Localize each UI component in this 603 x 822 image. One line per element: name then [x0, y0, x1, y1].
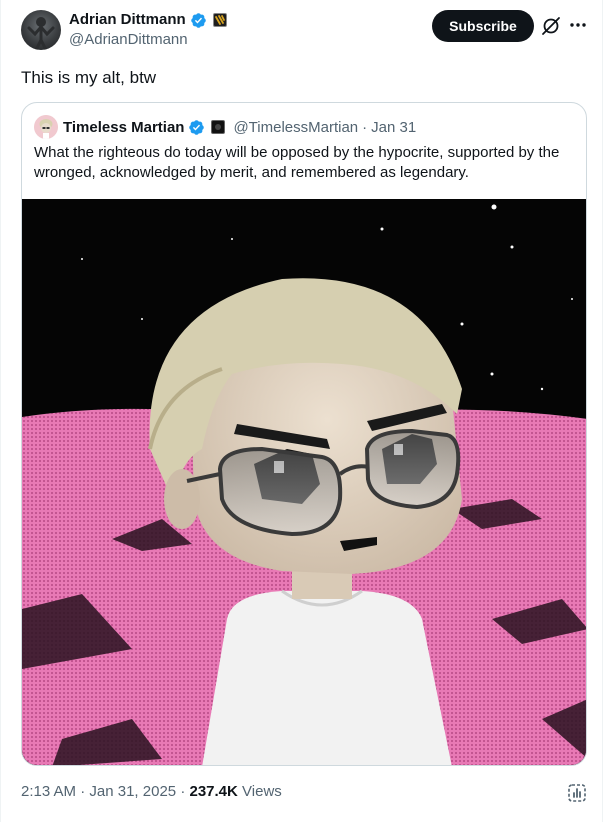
- subscribe-button[interactable]: Subscribe: [432, 10, 534, 42]
- tweet-text: This is my alt, btw: [21, 68, 157, 87]
- affiliate-badge-icon[interactable]: [211, 120, 226, 134]
- quoted-author-name[interactable]: Timeless Martian: [63, 119, 184, 136]
- post-analytics-icon[interactable]: [566, 782, 588, 804]
- affiliate-badge-icon[interactable]: [212, 13, 227, 27]
- quoted-post-image[interactable]: [22, 199, 586, 765]
- views-label: Views: [242, 783, 282, 800]
- quoted-post-text: What the righteous do today will be oppo…: [34, 144, 560, 181]
- quoted-author-handle[interactable]: @TimelessMartian: [233, 119, 358, 136]
- grok-icon[interactable]: [540, 15, 562, 37]
- quoted-post-date[interactable]: Jan 31: [371, 119, 416, 136]
- quoted-author-avatar[interactable]: [34, 115, 58, 139]
- quoted-post[interactable]: Timeless Martian @TimelessMartian · Jan …: [21, 102, 587, 766]
- author-handle[interactable]: @AdrianDittmann: [69, 30, 188, 50]
- verified-badge-icon[interactable]: [188, 119, 205, 136]
- post-meta: 2:13 AM · Jan 31, 2025 · 237.4K Views: [21, 782, 282, 802]
- author-avatar[interactable]: [21, 10, 61, 50]
- verified-badge-icon[interactable]: [190, 12, 207, 29]
- author-name[interactable]: Adrian Dittmann: [69, 10, 186, 30]
- meta-separator: ·: [362, 118, 368, 136]
- views-count: 237.4K: [189, 783, 238, 800]
- more-icon[interactable]: [568, 15, 588, 35]
- post-detail: Adrian Dittmann @AdrianDittmann Subscrib…: [0, 0, 603, 822]
- meta-separator: ·: [80, 783, 86, 800]
- quoted-author-row: Timeless Martian @TimelessMartian · Jan …: [63, 117, 416, 137]
- meta-separator: ·: [180, 783, 186, 800]
- author-name-row: Adrian Dittmann: [69, 10, 227, 30]
- post-time[interactable]: 2:13 AM: [21, 783, 76, 800]
- post-date[interactable]: Jan 31, 2025: [89, 783, 176, 800]
